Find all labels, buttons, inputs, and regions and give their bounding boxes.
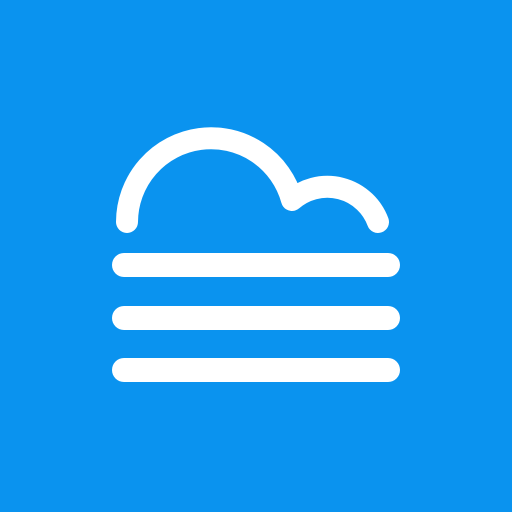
cloud-outline [116,127,389,233]
fog-icon [112,127,400,382]
fog-weather-app-icon [0,0,512,512]
